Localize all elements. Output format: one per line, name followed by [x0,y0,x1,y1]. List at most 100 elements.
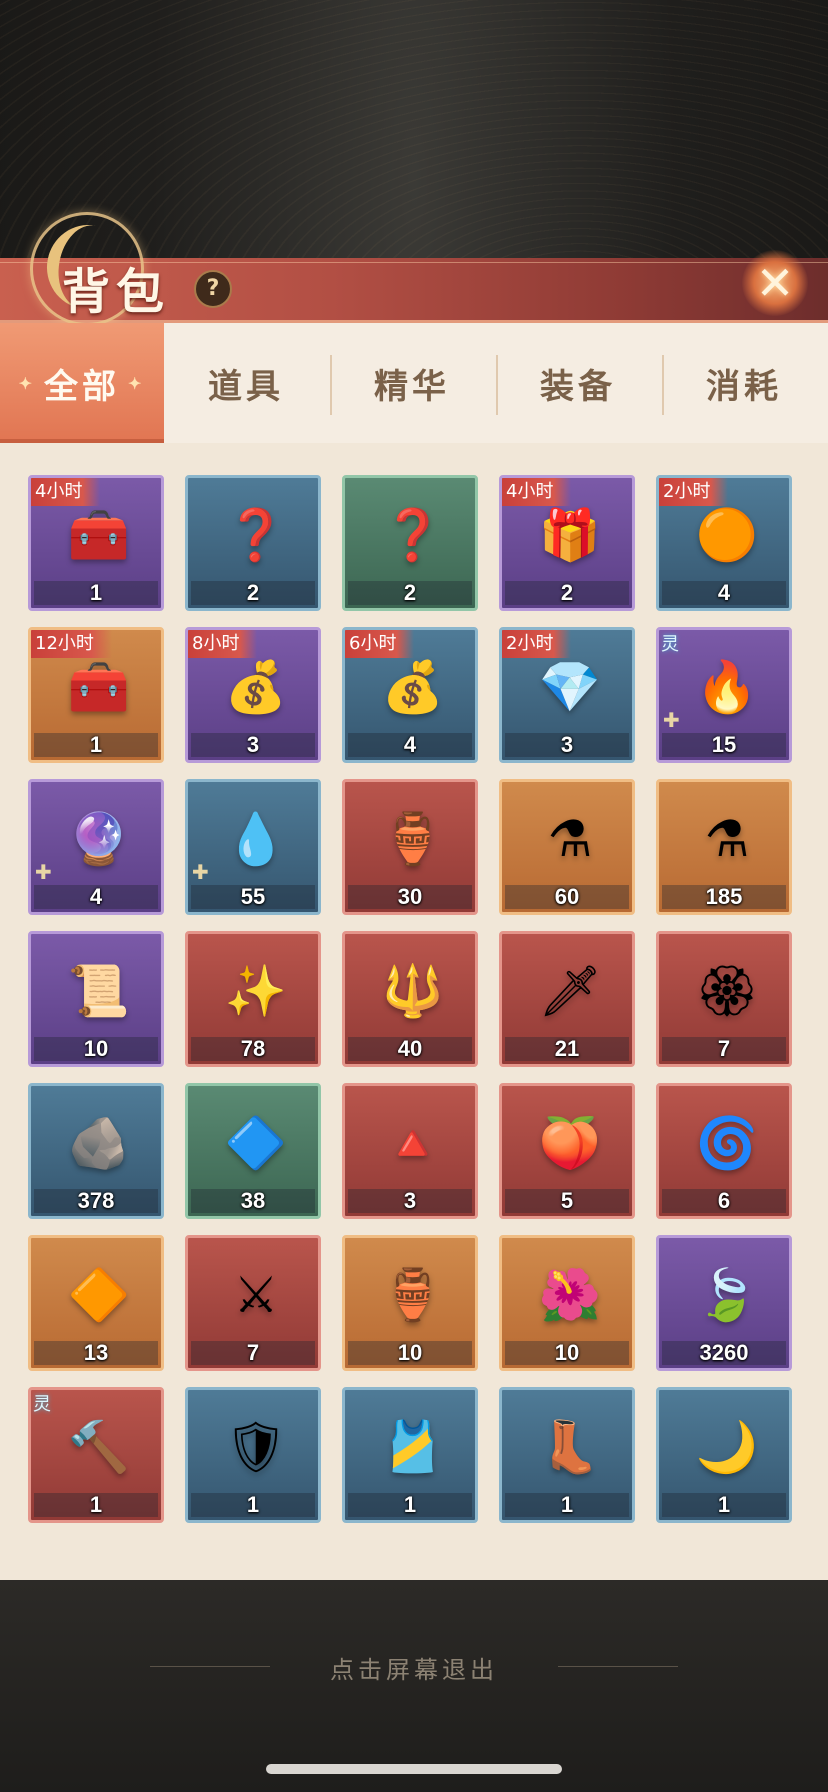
inventory-item[interactable]: 👢 1 [499,1387,635,1523]
inventory-item[interactable]: 🌙 1 [656,1387,792,1523]
inventory-item[interactable]: 🗡 21 [499,931,635,1067]
spirit-badge: 灵 [661,634,679,655]
inventory-item[interactable]: 🔷 38 [185,1083,321,1219]
inventory-item[interactable]: 🧰 4小时 1 [28,475,164,611]
item-count: 378 [77,1188,115,1213]
item-count: 1 [403,1492,417,1517]
item-count: 6 [717,1188,731,1213]
tab-props[interactable]: 道具 [164,323,328,443]
fragment-icon: ✚ [663,708,680,732]
item-count: 55 [240,884,266,909]
armor-belt-icon: 🎽 [381,1418,445,1476]
close-icon[interactable]: ✕ [742,250,808,316]
tab-equipment[interactable]: 装备 [496,323,660,443]
scroll-icon: 📜 [67,962,131,1020]
treasure-chest-orbs-icon: 🧰 [67,506,131,564]
inventory-item[interactable]: 🔺 3 [342,1083,478,1219]
inventory-item[interactable]: 🔶 13 [28,1235,164,1371]
golden-staff-icon: ✨ [224,962,288,1020]
flame-pearl-icon: 🍑 [538,1114,602,1172]
inventory-item[interactable]: 🔱 40 [342,931,478,1067]
diamond-icon: ✦ [18,373,36,393]
inventory-item[interactable]: 🌺 10 [499,1235,635,1371]
timer-badge: 4小时 [502,478,572,506]
inventory-item[interactable]: 🎁 4小时 2 [499,475,635,611]
timer-badge: 12小时 [31,630,112,658]
red-potion-icon: ⚗ [547,810,593,868]
item-count: 30 [397,884,423,909]
inventory-item[interactable]: 🏺 30 [342,779,478,915]
sword-banner-icon: ⚔ [233,1266,279,1324]
inventory-item[interactable]: 🏵 7 [656,931,792,1067]
mystery-chest-icon: ❓ [224,506,288,564]
inventory-item[interactable]: 💧 ✚ 55 [185,779,321,915]
armor-chest-icon: 🛡 [224,1418,288,1476]
tab-essence[interactable]: 精华 [330,323,494,443]
item-count: 3260 [699,1340,749,1365]
inventory-item[interactable]: 🛡 1 [185,1387,321,1523]
inventory-item[interactable]: 📜 10 [28,931,164,1067]
inventory-item[interactable]: ❓ 2 [342,475,478,611]
item-count: 1 [246,1492,260,1517]
inventory-item[interactable]: ⚗ 185 [656,779,792,915]
fragment-icon: ✚ [192,860,209,884]
inventory-item[interactable]: 💰 8小时 3 [185,627,321,763]
item-count: 1 [560,1492,574,1517]
home-indicator[interactable] [266,1764,562,1774]
ore-stone-icon: 🪨 [67,1114,131,1172]
inventory-item[interactable]: 🏺 10 [342,1235,478,1371]
mystery-chest-icon: ❓ [381,506,445,564]
item-count: 2 [403,580,417,605]
item-count: 10 [397,1340,423,1365]
inventory-item[interactable]: ✨ 78 [185,931,321,1067]
item-count: 15 [711,732,737,757]
inventory-item[interactable]: ❓ 2 [185,475,321,611]
armor-boots-icon: 👢 [538,1418,602,1476]
item-count: 3 [560,732,574,757]
item-count: 10 [554,1340,580,1365]
timer-badge: 8小时 [188,630,258,658]
dark-spear-icon: 🗡 [538,962,602,1020]
inventory-item[interactable]: ⚔ 7 [185,1235,321,1371]
inventory-item[interactable]: 🍑 5 [499,1083,635,1219]
inventory-item[interactable]: ⚗ 60 [499,779,635,915]
inventory-item[interactable]: 🔨 灵 1 [28,1387,164,1523]
dark-stone-icon: 🔷 [224,1114,288,1172]
golden-spear-icon: 🔱 [381,962,445,1020]
item-count: 1 [89,1492,103,1517]
crescent-blade-icon: 🌙 [695,1418,759,1476]
item-count: 2 [246,580,260,605]
item-count: 78 [240,1036,266,1061]
inventory-item[interactable]: 🍃 3260 [656,1235,792,1371]
item-count: 40 [397,1036,423,1061]
inventory-item[interactable]: 💎 2小时 3 [499,627,635,763]
bottom-overlay[interactable] [0,1580,828,1792]
tab-consumables[interactable]: 消耗 [662,323,826,443]
inventory-item[interactable]: 💰 6小时 4 [342,627,478,763]
blue-flame-icon: 💧 [224,810,288,868]
item-count: 10 [83,1036,109,1061]
jade-chest-icon: 🧰 [67,658,131,716]
tab-bar: ✦ 全部 ✦ 道具 精华 装备 消耗 [0,323,828,443]
item-count: 185 [705,884,743,909]
green-gourd-icon: 🏺 [381,810,445,868]
inventory-item[interactable]: 🎽 1 [342,1387,478,1523]
item-count: 21 [554,1036,580,1061]
jade-sack-icon: 💰 [381,658,445,716]
crystal-powder-leaf-icon: 🍃 [695,1266,759,1324]
inventory-item[interactable]: 🔥 灵 ✚ 15 [656,627,792,763]
inventory-item[interactable]: 🟠 2小时 4 [656,475,792,611]
tab-all[interactable]: ✦ 全部 ✦ [0,323,164,443]
item-count: 7 [717,1036,731,1061]
help-icon[interactable]: ? [194,270,232,308]
jade-vase-icon: 🏺 [381,1266,445,1324]
inventory-item[interactable]: 🪨 378 [28,1083,164,1219]
inventory-item[interactable]: 🌀 6 [656,1083,792,1219]
orb-pile-icon: 🟠 [695,506,759,564]
inventory-item[interactable]: 🧰 12小时 1 [28,627,164,763]
inventory-item[interactable]: 🔮 ✚ 4 [28,779,164,915]
item-count: 5 [560,1188,574,1213]
item-count: 3 [246,732,260,757]
diamond-icon: ✦ [128,373,146,393]
item-count: 4 [89,884,103,909]
